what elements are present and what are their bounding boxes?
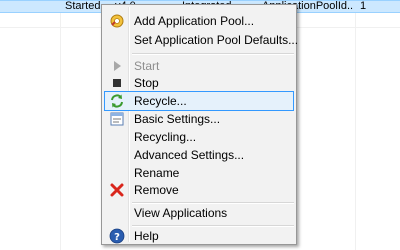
- help-icon: ?: [109, 228, 125, 244]
- recycle-icon: [109, 93, 125, 109]
- menu-item-label: Help: [134, 229, 159, 243]
- menu-item-set-defaults[interactable]: Set Application Pool Defaults...: [104, 30, 298, 50]
- menu-item-label: View Applications: [134, 206, 228, 220]
- cell-applications: 1: [360, 0, 367, 12]
- remove-icon: [109, 182, 125, 198]
- menu-item-help[interactable]: ? Help: [104, 226, 294, 246]
- menu-item-recycle[interactable]: Recycle...: [104, 91, 294, 111]
- menu-item-basic-settings[interactable]: Basic Settings...: [104, 109, 294, 129]
- menu-item-label: Recycling...: [134, 130, 197, 144]
- menu-item-label: Basic Settings...: [134, 112, 221, 126]
- menu-item-remove[interactable]: Remove: [104, 180, 294, 200]
- stop-icon: [109, 75, 125, 91]
- menu-item-label: Set Application Pool Defaults...: [134, 33, 299, 47]
- cell-status: Started: [65, 0, 101, 12]
- menu-item-view-applications[interactable]: View Applications: [104, 203, 294, 223]
- menu-item-recycling[interactable]: Recycling...: [104, 127, 294, 147]
- context-menu: Add Application Pool... Set Application …: [101, 4, 298, 246]
- menu-item-label: Recycle...: [134, 94, 187, 108]
- menu-item-advanced-settings[interactable]: Advanced Settings...: [104, 145, 294, 165]
- column-divider: [355, 13, 356, 250]
- menu-separator: [132, 53, 294, 55]
- menu-item-label: Add Application Pool...: [134, 14, 255, 28]
- settings-icon: [109, 111, 125, 127]
- menu-item-label: Remove: [134, 183, 179, 197]
- menu-item-add-application-pool[interactable]: Add Application Pool...: [104, 11, 294, 31]
- menu-item-stop[interactable]: Stop: [104, 73, 294, 93]
- menu-item-label: Stop: [134, 76, 159, 90]
- column-divider: [60, 13, 61, 250]
- start-icon: [109, 58, 125, 74]
- menu-item-label: Advanced Settings...: [134, 148, 245, 162]
- app-pool-icon: [109, 13, 125, 29]
- svg-text:?: ?: [114, 232, 120, 243]
